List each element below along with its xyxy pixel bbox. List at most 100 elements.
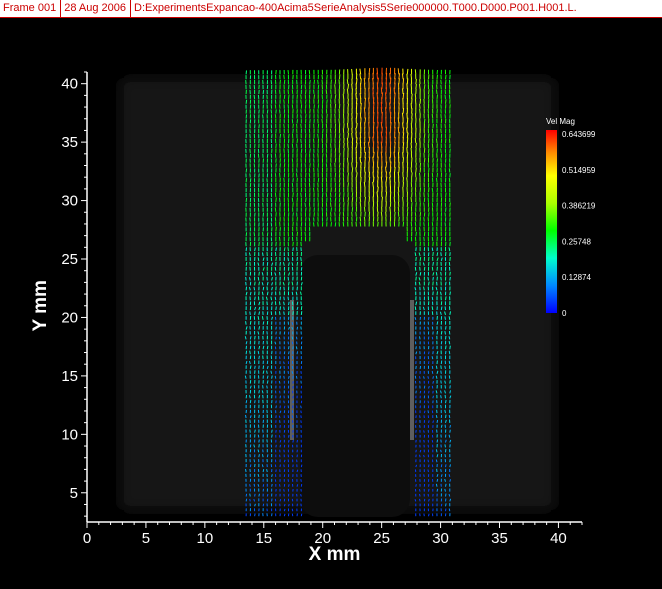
velocity-vector bbox=[428, 138, 430, 144]
velocity-vector bbox=[291, 281, 294, 286]
velocity-vector bbox=[389, 206, 391, 212]
velocity-vector bbox=[355, 93, 357, 99]
velocity-vector bbox=[449, 464, 451, 468]
velocity-vector bbox=[283, 513, 286, 517]
velocity-vector bbox=[346, 137, 349, 144]
velocity-vector bbox=[295, 346, 298, 350]
velocity-vector bbox=[423, 222, 425, 227]
velocity-vector bbox=[406, 68, 409, 75]
velocity-vector bbox=[423, 454, 425, 458]
velocity-vector bbox=[445, 345, 447, 350]
velocity-vector bbox=[432, 123, 434, 129]
velocity-vector bbox=[330, 163, 332, 168]
velocity-vector bbox=[338, 192, 341, 198]
velocity-vector bbox=[355, 137, 358, 144]
velocity-vector bbox=[262, 286, 265, 291]
velocity-vector bbox=[448, 434, 451, 438]
velocity-vector bbox=[305, 197, 307, 203]
velocity-vector bbox=[308, 69, 311, 75]
velocity-vector bbox=[432, 252, 434, 257]
x-tick-label: 25 bbox=[373, 530, 390, 547]
velocity-vector bbox=[291, 341, 294, 345]
velocity-vector bbox=[444, 444, 446, 448]
velocity-vector bbox=[275, 306, 277, 311]
velocity-vector bbox=[432, 395, 434, 399]
velocity-vector bbox=[300, 513, 303, 517]
velocity-vector bbox=[368, 68, 371, 75]
velocity-vector bbox=[389, 176, 391, 183]
vector-plot: 0 5 10 15 20 25 30 35 40510152025303540X mmY mm … bbox=[30, 67, 596, 565]
velocity-vector bbox=[275, 336, 277, 340]
velocity-vector bbox=[397, 171, 400, 178]
velocity-vector bbox=[431, 247, 434, 252]
velocity-vector bbox=[397, 192, 400, 198]
velocity-vector bbox=[313, 222, 315, 227]
velocity-vector bbox=[288, 94, 290, 99]
y-tick-label: 40 bbox=[61, 76, 78, 93]
velocity-vector bbox=[291, 266, 294, 271]
velocity-vector bbox=[351, 83, 353, 90]
velocity-vector bbox=[444, 365, 446, 370]
velocity-vector bbox=[440, 464, 443, 468]
velocity-vector bbox=[431, 266, 434, 271]
velocity-vector bbox=[249, 493, 251, 497]
velocity-vector bbox=[431, 236, 434, 242]
velocity-vector bbox=[334, 158, 337, 163]
velocity-vector bbox=[266, 375, 269, 379]
velocity-vector bbox=[245, 468, 247, 473]
velocity-vector bbox=[423, 84, 426, 90]
velocity-vector bbox=[300, 94, 302, 99]
velocity-vector bbox=[435, 365, 438, 370]
velocity-vector bbox=[249, 217, 251, 222]
legend-labels: 0.643699 0.514959 0.386219 0.25748 0.12874 0 bbox=[562, 130, 596, 318]
velocity-vector bbox=[414, 93, 417, 99]
velocity-vector bbox=[249, 311, 251, 315]
velocity-vector bbox=[254, 311, 256, 315]
y-tick-label: 20 bbox=[61, 309, 78, 326]
velocity-vector bbox=[428, 212, 430, 217]
velocity-vector bbox=[271, 434, 273, 438]
velocity-vector bbox=[245, 168, 248, 173]
velocity-vector bbox=[317, 177, 320, 183]
legend-colorbar bbox=[546, 130, 557, 313]
velocity-vector bbox=[283, 306, 285, 311]
velocity-vector bbox=[359, 221, 362, 227]
velocity-vector bbox=[423, 202, 425, 207]
velocity-vector bbox=[338, 118, 340, 124]
velocity-vector bbox=[279, 498, 282, 502]
velocity-vector bbox=[449, 345, 451, 350]
velocity-vector bbox=[445, 439, 447, 443]
velocity-vector bbox=[372, 176, 375, 183]
velocity-vector bbox=[262, 114, 264, 119]
velocity-vector bbox=[347, 83, 350, 90]
velocity-vector bbox=[440, 276, 442, 281]
velocity-vector bbox=[288, 351, 290, 355]
velocity-vector bbox=[376, 191, 379, 198]
velocity-vector bbox=[304, 231, 306, 237]
velocity-vector bbox=[435, 414, 438, 419]
velocity-vector bbox=[309, 79, 311, 85]
velocity-vector bbox=[414, 306, 417, 311]
velocity-vector bbox=[300, 326, 302, 330]
velocity-vector bbox=[445, 74, 447, 80]
velocity-vector bbox=[295, 375, 298, 379]
velocity-vector bbox=[274, 375, 277, 379]
velocity-vector bbox=[419, 272, 422, 276]
right-wall-reflection bbox=[410, 300, 414, 440]
velocity-vector bbox=[440, 439, 442, 443]
velocity-vector bbox=[271, 301, 273, 306]
velocity-vector bbox=[347, 182, 349, 188]
velocity-vector bbox=[330, 128, 332, 134]
y-tick-label: 15 bbox=[61, 368, 78, 385]
velocity-vector bbox=[359, 68, 362, 75]
velocity-vector bbox=[449, 380, 451, 384]
velocity-vector bbox=[253, 94, 256, 99]
velocity-vector bbox=[271, 474, 273, 478]
velocity-vector bbox=[440, 424, 443, 428]
velocity-vector bbox=[313, 79, 315, 85]
velocity-vector bbox=[360, 162, 362, 168]
velocity-vector bbox=[449, 479, 451, 482]
velocity-vector bbox=[351, 167, 354, 173]
velocity-vector bbox=[423, 439, 425, 443]
velocity-vector bbox=[283, 464, 285, 468]
